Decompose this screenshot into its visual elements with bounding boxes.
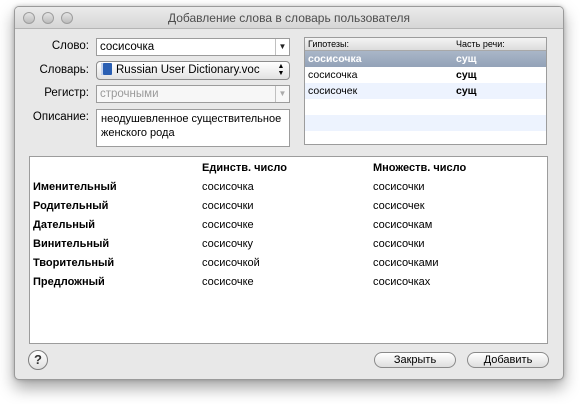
plural-form[interactable]: сосисочкам: [373, 216, 432, 234]
add-button[interactable]: Добавить: [467, 352, 549, 368]
close-button[interactable]: Закрыть: [374, 352, 456, 368]
word-dropdown-icon[interactable]: ▼: [275, 39, 289, 55]
word-value[interactable]: сосисочка: [100, 41, 154, 53]
singular-form[interactable]: сосисочка: [202, 178, 254, 196]
dictionary-label: Словарь:: [39, 64, 90, 76]
forms-row: Предложный сосисочке сосисочках: [30, 273, 547, 291]
help-button[interactable]: ?: [28, 350, 48, 370]
case-dropdown-icon: ▼: [275, 86, 289, 102]
hypothesis-row[interactable]: сосисочек сущ: [305, 83, 546, 99]
description-label: Описание:: [32, 111, 89, 123]
hypothesis-pos: сущ: [456, 53, 477, 65]
plural-form[interactable]: сосисочках: [373, 273, 430, 291]
updown-arrows-icon: ▲ ▼: [277, 63, 285, 77]
singular-header: Единств. число: [202, 162, 287, 174]
dictionary-value: Russian User Dictionary.voc: [116, 64, 260, 76]
plural-header: Множеств. число: [373, 162, 467, 174]
hypothesis-row[interactable]: сосисочка сущ: [305, 67, 546, 83]
singular-form[interactable]: сосисочке: [202, 273, 254, 291]
plural-form[interactable]: сосисочки: [373, 178, 425, 196]
singular-form[interactable]: сосисочке: [202, 216, 254, 234]
hypothesis-word: сосисочка: [308, 53, 362, 65]
empty-row: [305, 99, 546, 115]
case-name: Винительный: [33, 238, 110, 250]
dictionary-popup[interactable]: Russian User Dictionary.voc ▲ ▼: [96, 61, 290, 80]
window-title: Добавление слова в словарь пользователя: [167, 11, 411, 25]
dictionary-book-icon: [101, 63, 112, 75]
case-name: Дательный: [33, 219, 96, 231]
hypotheses-table[interactable]: Гипотезы: Часть речи: сосисочка сущ соси…: [304, 37, 547, 145]
forms-row: Дательный сосисочке сосисочкам: [30, 216, 547, 234]
description-field[interactable]: неодушевленное существительное женского …: [96, 109, 290, 147]
case-name: Творительный: [33, 257, 115, 269]
case-label: Регистр:: [44, 87, 89, 99]
hypotheses-col-pos[interactable]: Часть речи:: [456, 39, 505, 49]
plural-form[interactable]: сосисочки: [373, 235, 425, 253]
hypothesis-word: сосисочка: [308, 69, 358, 81]
add-word-dialog: Добавление слова в словарь пользователя …: [14, 6, 564, 380]
singular-form[interactable]: сосисочки: [202, 197, 254, 215]
hypotheses-header: Гипотезы: Часть речи:: [305, 38, 546, 51]
forms-row: Винительный сосисочку сосисочки: [30, 235, 547, 253]
case-name: Именительный: [33, 181, 117, 193]
hypothesis-row[interactable]: сосисочка сущ: [305, 51, 546, 67]
word-forms-table: Единств. число Множеств. число Именитель…: [29, 156, 548, 344]
title-bar: Добавление слова в словарь пользователя: [15, 7, 563, 29]
hypotheses-col-word[interactable]: Гипотезы:: [308, 39, 349, 49]
case-value: строчными: [100, 88, 159, 100]
plural-form[interactable]: сосисочек: [373, 197, 425, 215]
singular-form[interactable]: сосисочкой: [202, 254, 260, 272]
plural-form[interactable]: сосисочками: [373, 254, 439, 272]
empty-row: [305, 115, 546, 131]
word-label: Слово:: [51, 40, 89, 52]
forms-row: Творительный сосисочкой сосисочками: [30, 254, 547, 272]
empty-row: [305, 131, 546, 147]
case-combobox: строчными ▼: [96, 85, 290, 103]
case-name: Предложный: [33, 276, 105, 288]
forms-row: Родительный сосисочки сосисочек: [30, 197, 547, 215]
forms-row: Именительный сосисочка сосисочки: [30, 178, 547, 196]
hypothesis-pos: сущ: [456, 85, 477, 97]
word-combobox[interactable]: сосисочка ▼: [96, 38, 290, 56]
forms-header: Единств. число Множеств. число: [30, 159, 547, 177]
hypothesis-word: сосисочек: [308, 85, 358, 97]
singular-form[interactable]: сосисочку: [202, 235, 253, 253]
case-name: Родительный: [33, 200, 109, 212]
hypothesis-pos: сущ: [456, 69, 477, 81]
